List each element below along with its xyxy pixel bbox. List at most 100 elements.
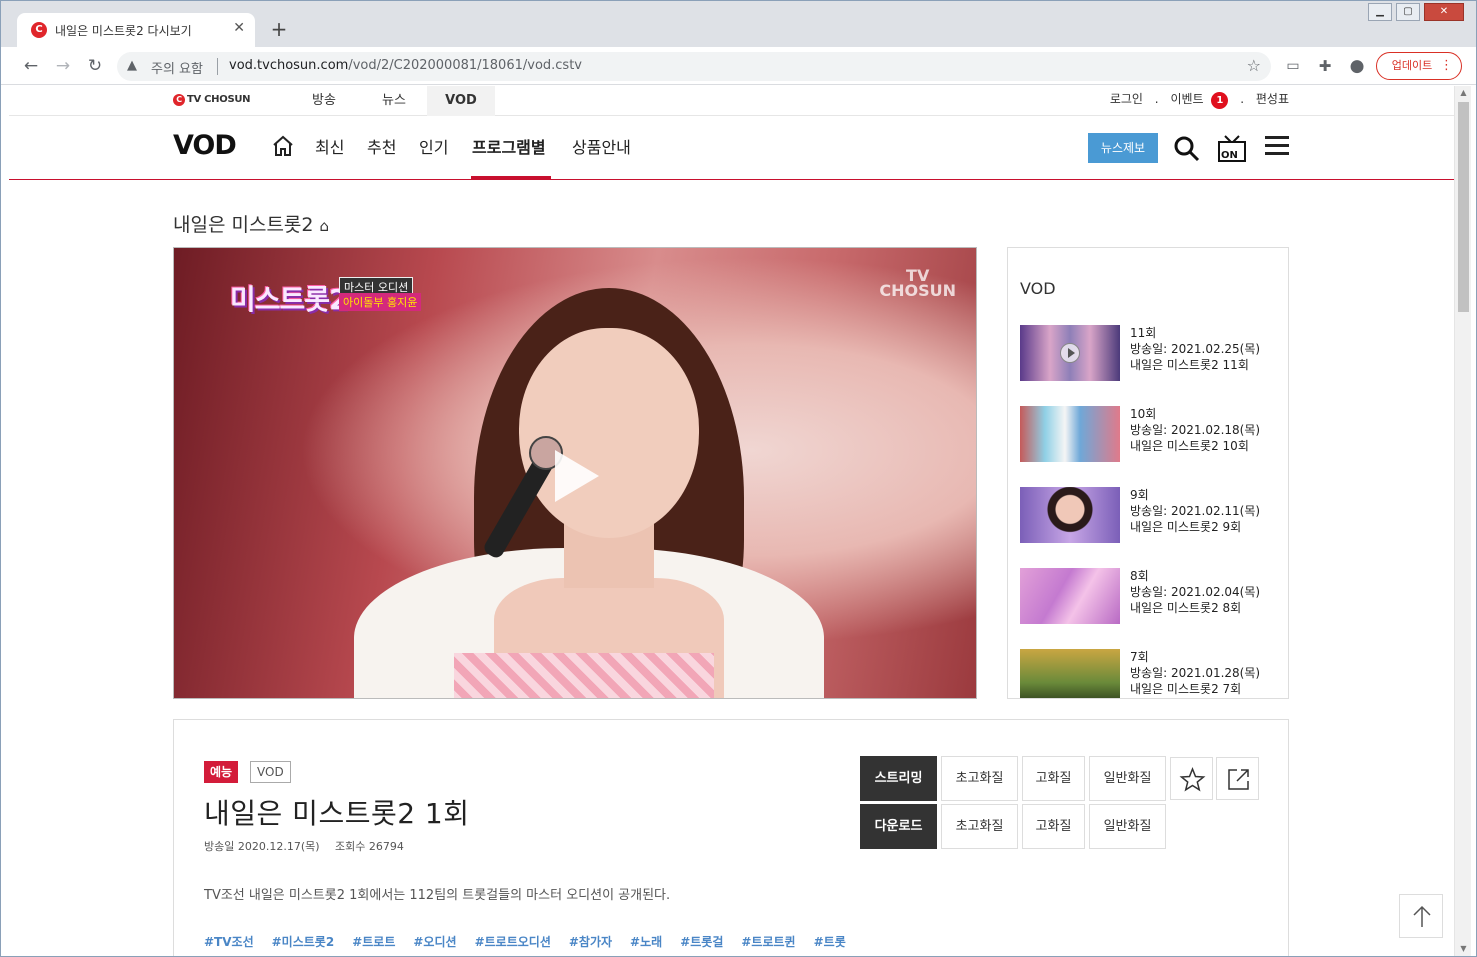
schedule-link[interactable]: 편성표: [1256, 92, 1289, 106]
nav-popular[interactable]: 인기: [419, 134, 448, 158]
nav-by-program[interactable]: 프로그램별: [472, 134, 546, 158]
episode-thumbnail[interactable]: [1020, 568, 1120, 624]
caption-contestant: 아이돌부 홍지윤: [339, 293, 422, 311]
profile-avatar-icon[interactable]: ●: [1346, 55, 1368, 77]
scroll-up-arrow-icon[interactable]: ▲: [1455, 86, 1472, 100]
back-arrow-icon[interactable]: ←: [20, 55, 42, 77]
episode-number: 7회: [1130, 650, 1149, 664]
program-title[interactable]: 내일은 미스트롯2 ⌂: [173, 210, 329, 237]
tag-link[interactable]: #트로트오디션: [475, 935, 551, 949]
omnibox-divider: [217, 58, 218, 75]
tag-list: #TV조선 #미스트롯2 #트로트 #오디션 #트로트오디션 #참가자 #노래 #트롯걸 #트로…: [204, 933, 864, 950]
warning-icon[interactable]: ▲: [127, 58, 137, 73]
address-bar[interactable]: ▲ 주의 요함 vod.tvchosun.com/vod/2/C20200008…: [117, 52, 1271, 81]
share-button[interactable]: [1216, 757, 1259, 800]
vod-logo[interactable]: VOD: [173, 130, 237, 161]
episode-name: 내일은 미스트롯2 11회: [1130, 358, 1249, 372]
tag-link[interactable]: #미스트롯2: [272, 935, 335, 949]
episode-thumbnail[interactable]: [1020, 325, 1120, 381]
security-label[interactable]: 주의 요함: [151, 58, 203, 77]
tag-link[interactable]: #트롯걸: [680, 935, 723, 949]
extensions-puzzle-icon[interactable]: ✚: [1314, 55, 1336, 77]
browser-tab[interactable]: C 내일은 미스트롯2 다시보기 ✕: [17, 13, 255, 47]
login-link[interactable]: 로그인: [1110, 92, 1143, 106]
tag-link[interactable]: #트로트: [352, 935, 395, 949]
episode-description: TV조선 내일은 미스트롯2 1회에서는 112팀의 트롯걸들의 마스터 오디션…: [204, 888, 671, 903]
tag-link[interactable]: #TV조선: [204, 935, 254, 949]
episode-item[interactable]: 10회 방송일: 2021.02.18(목) 내일은 미스트롯2 10회: [1020, 406, 1280, 464]
episode-date: 방송일: 2021.02.18(목): [1130, 423, 1261, 437]
news-report-button[interactable]: 뉴스제보: [1088, 133, 1158, 163]
episode-number: 8회: [1130, 569, 1149, 583]
episode-detail-card: 예능 VOD 내일은 미스트롯2 1회 방송일 2020.12.17(목) 조회…: [173, 719, 1289, 956]
episode-item[interactable]: 9회 방송일: 2021.02.11(목) 내일은 미스트롯2 9회: [1020, 487, 1280, 545]
episode-name: 내일은 미스트롯2 9회: [1130, 520, 1242, 534]
close-window-button[interactable]: ✕: [1424, 3, 1464, 21]
tv-on-icon[interactable]: ON: [1217, 134, 1249, 164]
nav-recommend[interactable]: 추천: [367, 134, 396, 158]
episode-item[interactable]: 11회 방송일: 2021.02.25(목) 내일은 미스트롯2 11회: [1020, 325, 1280, 383]
update-button[interactable]: 업데이트 ⋮: [1376, 52, 1462, 80]
scroll-thumb[interactable]: [1458, 102, 1469, 312]
tvchosun-favicon-icon: C: [31, 22, 47, 38]
tvchosun-logo-text: TV CHOSUN: [187, 94, 251, 105]
stream-uhd-button[interactable]: 초고화질: [941, 756, 1018, 801]
tvchosun-watermark: TV CHOSUN: [879, 268, 956, 300]
episode-item[interactable]: 8회 방송일: 2021.02.04(목) 내일은 미스트롯2 8회: [1020, 568, 1280, 626]
episode-item[interactable]: 7회 방송일: 2021.01.28(목) 내일은 미스트롯2 7회: [1020, 649, 1280, 698]
topnav-news[interactable]: 뉴스: [369, 86, 419, 116]
tag-link[interactable]: #트롯: [814, 935, 846, 949]
topnav-vod[interactable]: VOD: [427, 86, 495, 116]
home-icon[interactable]: [271, 134, 295, 158]
episode-thumbnail[interactable]: [1020, 487, 1120, 543]
episode-number: 10회: [1130, 407, 1157, 421]
stream-hd-button[interactable]: 고화질: [1022, 756, 1085, 801]
tag-link[interactable]: #참가자: [569, 935, 612, 949]
tag-link[interactable]: #오디션: [413, 935, 456, 949]
stream-sd-button[interactable]: 일반화질: [1089, 756, 1166, 801]
nav-latest[interactable]: 최신: [315, 134, 344, 158]
hamburger-menu-icon[interactable]: [1265, 136, 1289, 155]
download-sd-button[interactable]: 일반화질: [1089, 804, 1166, 849]
topnav-broadcast[interactable]: 방송: [299, 86, 349, 116]
event-link[interactable]: 이벤트: [1170, 92, 1203, 106]
scroll-down-arrow-icon[interactable]: ▼: [1455, 942, 1472, 956]
bookmark-star-icon[interactable]: ☆: [1247, 56, 1261, 75]
episode-thumbnail[interactable]: [1020, 649, 1120, 698]
tab-title: 내일은 미스트롯2 다시보기: [55, 24, 192, 38]
tab-close-icon[interactable]: ✕: [233, 20, 245, 36]
tag-link[interactable]: #트로트퀸: [741, 935, 795, 949]
episode-date: 방송일: 2021.01.28(목): [1130, 666, 1261, 680]
url-path: /vod/2/C202000081/18061/vod.cstv: [348, 58, 582, 73]
download-hd-button[interactable]: 고화질: [1022, 804, 1085, 849]
episode-name: 내일은 미스트롯2 8회: [1130, 601, 1242, 615]
url-text[interactable]: vod.tvchosun.com/vod/2/C202000081/18061/…: [229, 58, 582, 73]
minimize-button[interactable]: ▁: [1368, 3, 1392, 21]
favorite-button[interactable]: [1170, 757, 1213, 800]
reload-icon[interactable]: ↻: [84, 55, 106, 77]
episode-number: 9회: [1130, 488, 1149, 502]
episode-date: 방송일: 2021.02.11(목): [1130, 504, 1261, 518]
scroll-to-top-button[interactable]: [1399, 894, 1443, 938]
event-badge: 1: [1211, 92, 1229, 109]
play-icon[interactable]: [547, 446, 607, 506]
episode-meta: 방송일 2020.12.17(목) 조회수 26794: [204, 838, 416, 854]
episode-thumbnail[interactable]: [1020, 406, 1120, 462]
tag-link[interactable]: #노래: [630, 935, 662, 949]
forward-arrow-icon[interactable]: →: [52, 55, 74, 77]
watermark-line-2: CHOSUN: [879, 281, 956, 300]
view-count: 조회수 26794: [335, 840, 404, 853]
new-tab-button[interactable]: +: [267, 18, 291, 42]
video-player[interactable]: 미스트롯2 마스터 오디션 아이돌부 홍지윤 TV CHOSUN: [173, 247, 977, 699]
tvchosun-logo[interactable]: C TV CHOSUN: [173, 94, 251, 106]
tab-strip: C 내일은 미스트롯2 다시보기 ✕ + ▁ ▢ ✕: [1, 1, 1476, 47]
download-uhd-button[interactable]: 초고화질: [941, 804, 1018, 849]
search-icon[interactable]: [1173, 135, 1201, 163]
page-scrollbar[interactable]: ▲ ▼: [1454, 86, 1471, 956]
maximize-button[interactable]: ▢: [1396, 3, 1420, 21]
program-home-icon[interactable]: ⌂: [320, 217, 330, 235]
more-menu-icon[interactable]: ⋮: [1440, 53, 1453, 79]
episode-title: 내일은 미스트롯2 1회: [204, 797, 470, 830]
cast-icon[interactable]: ▭: [1282, 55, 1304, 77]
nav-products[interactable]: 상품안내: [572, 134, 631, 158]
